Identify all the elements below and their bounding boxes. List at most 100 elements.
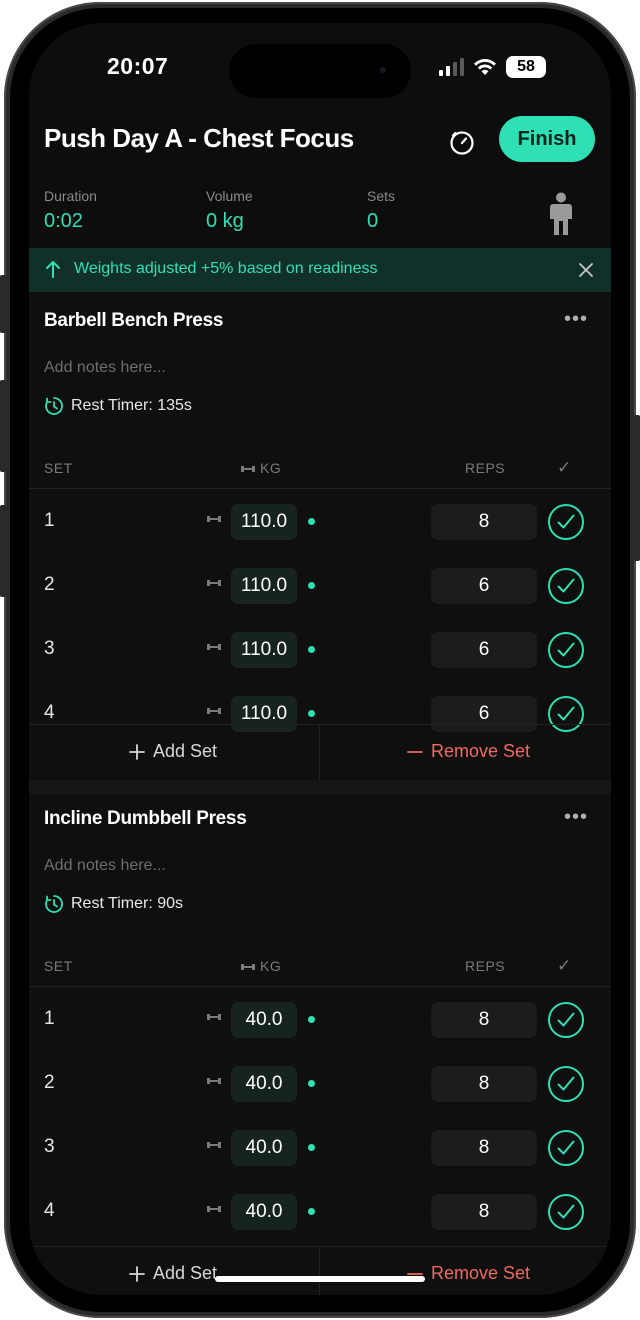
set-number: 1 [44,1008,55,1029]
reps-input[interactable]: 8 [431,504,537,540]
col-kg: KG [260,958,282,974]
more-options-button[interactable]: ••• [564,806,588,829]
set-number: 3 [44,1136,55,1157]
weight-input[interactable]: 40.0 [231,1194,297,1230]
banner-text: Weights adjusted +5% based on readiness [74,260,378,277]
dumbbell-icon [207,708,221,714]
volume-value: 0 kg [206,210,244,232]
more-options-button[interactable]: ••• [564,308,588,331]
set-row: 2 40.0 8 [29,1052,611,1116]
home-indicator[interactable] [215,1276,425,1282]
rest-timer[interactable]: Rest Timer: 135s [44,396,192,416]
rest-timer-icon [45,895,63,913]
volume-down-button [0,505,6,597]
set-row: 1 40.0 8 [29,988,611,1052]
remove-set-label: Remove Set [431,1263,531,1283]
rest-timer-label: Rest Timer: 90s [71,895,184,912]
dumbbell-icon [241,466,255,472]
duration-value: 0:02 [44,210,83,232]
rest-timer-label: Rest Timer: 135s [71,397,192,414]
check-circle-icon[interactable] [547,1129,585,1167]
volume-label: Volume [206,188,253,204]
add-set-button[interactable]: Add Set [129,1263,217,1284]
weight-input[interactable]: 40.0 [231,1002,297,1038]
notes-input[interactable]: Add notes here... [44,359,166,377]
set-number: 1 [44,510,55,531]
rest-timer[interactable]: Rest Timer: 90s [44,894,183,914]
set-row: 4 40.0 8 [29,1180,611,1244]
col-reps: REPS [465,958,506,974]
camera-icon [380,67,386,73]
notes-input[interactable]: Add notes here... [44,857,166,875]
wifi-icon [474,59,496,75]
col-done: ✓ [557,956,572,975]
adjusted-indicator [308,646,315,653]
arrow-up-icon [46,261,60,278]
check-circle-icon[interactable] [547,567,585,605]
workout-title: Push Day A - Chest Focus [44,123,354,153]
status-time: 20:07 [107,53,169,79]
battery-indicator: 58 [506,56,546,78]
dumbbell-icon [241,964,255,970]
dumbbell-icon [207,516,221,522]
dumbbell-icon [207,580,221,586]
plus-icon [129,743,145,760]
check-circle-icon[interactable] [547,1001,585,1039]
sets-label: Sets [367,188,396,204]
col-reps: REPS [465,460,506,476]
plus-icon [129,1265,145,1282]
reps-input[interactable]: 8 [431,1066,537,1102]
weight-input[interactable]: 110.0 [231,632,297,668]
section-gap [29,780,611,794]
cellular-signal-icon [439,58,464,76]
remove-set-button[interactable]: Remove Set [407,1263,530,1284]
adjusted-indicator [308,582,315,589]
reps-input[interactable]: 8 [431,1194,537,1230]
set-row: 2 110.0 6 [29,554,611,618]
reps-input[interactable]: 6 [431,632,537,668]
check-circle-icon[interactable] [547,631,585,669]
add-set-label: Add Set [153,1263,218,1283]
set-table-header: SET KG REPS ✓ [29,947,611,987]
adjusted-indicator [308,710,315,717]
check-circle-icon[interactable] [547,1193,585,1231]
set-row: 3 40.0 8 [29,1116,611,1180]
person-icon [550,192,572,235]
divider [319,725,320,781]
weight-input[interactable]: 110.0 [231,568,297,604]
duration-label: Duration [44,188,97,204]
weight-input[interactable]: 40.0 [231,1066,297,1102]
minus-icon [407,750,423,753]
action-button [0,275,6,333]
stat-sets: Sets 0 [367,188,395,233]
dumbbell-icon [207,1142,221,1148]
divider [319,1247,320,1295]
remove-set-button[interactable]: Remove Set [407,741,530,762]
weight-input[interactable]: 110.0 [231,504,297,540]
close-icon[interactable] [577,261,595,279]
check-circle-icon[interactable] [547,503,585,541]
dumbbell-icon [207,1078,221,1084]
exercise-card: Barbell Bench Press ••• Add notes here..… [29,292,611,781]
dumbbell-icon [207,1014,221,1020]
check-circle-icon[interactable] [547,1065,585,1103]
workout-stats: Duration 0:02 Volume 0 kg Sets 0 [29,188,611,248]
stopwatch-icon [450,131,474,155]
readiness-banner: Weights adjusted +5% based on readiness [29,248,611,292]
col-kg: KG [260,460,282,476]
finish-button[interactable]: Finish [499,116,595,162]
add-set-button[interactable]: Add Set [129,741,217,762]
weight-input[interactable]: 40.0 [231,1130,297,1166]
body-figure-button[interactable] [547,192,575,241]
exercise-name[interactable]: Barbell Bench Press [44,310,223,332]
dynamic-island [229,44,411,98]
timer-button[interactable] [445,125,479,159]
workout-header: Push Day A - Chest Focus Finish [29,115,611,171]
reps-input[interactable]: 8 [431,1130,537,1166]
reps-input[interactable]: 8 [431,1002,537,1038]
reps-input[interactable]: 6 [431,568,537,604]
adjusted-indicator [308,1080,315,1087]
col-done: ✓ [557,458,572,477]
col-set: SET [44,958,73,974]
exercise-name[interactable]: Incline Dumbbell Press [44,808,247,830]
